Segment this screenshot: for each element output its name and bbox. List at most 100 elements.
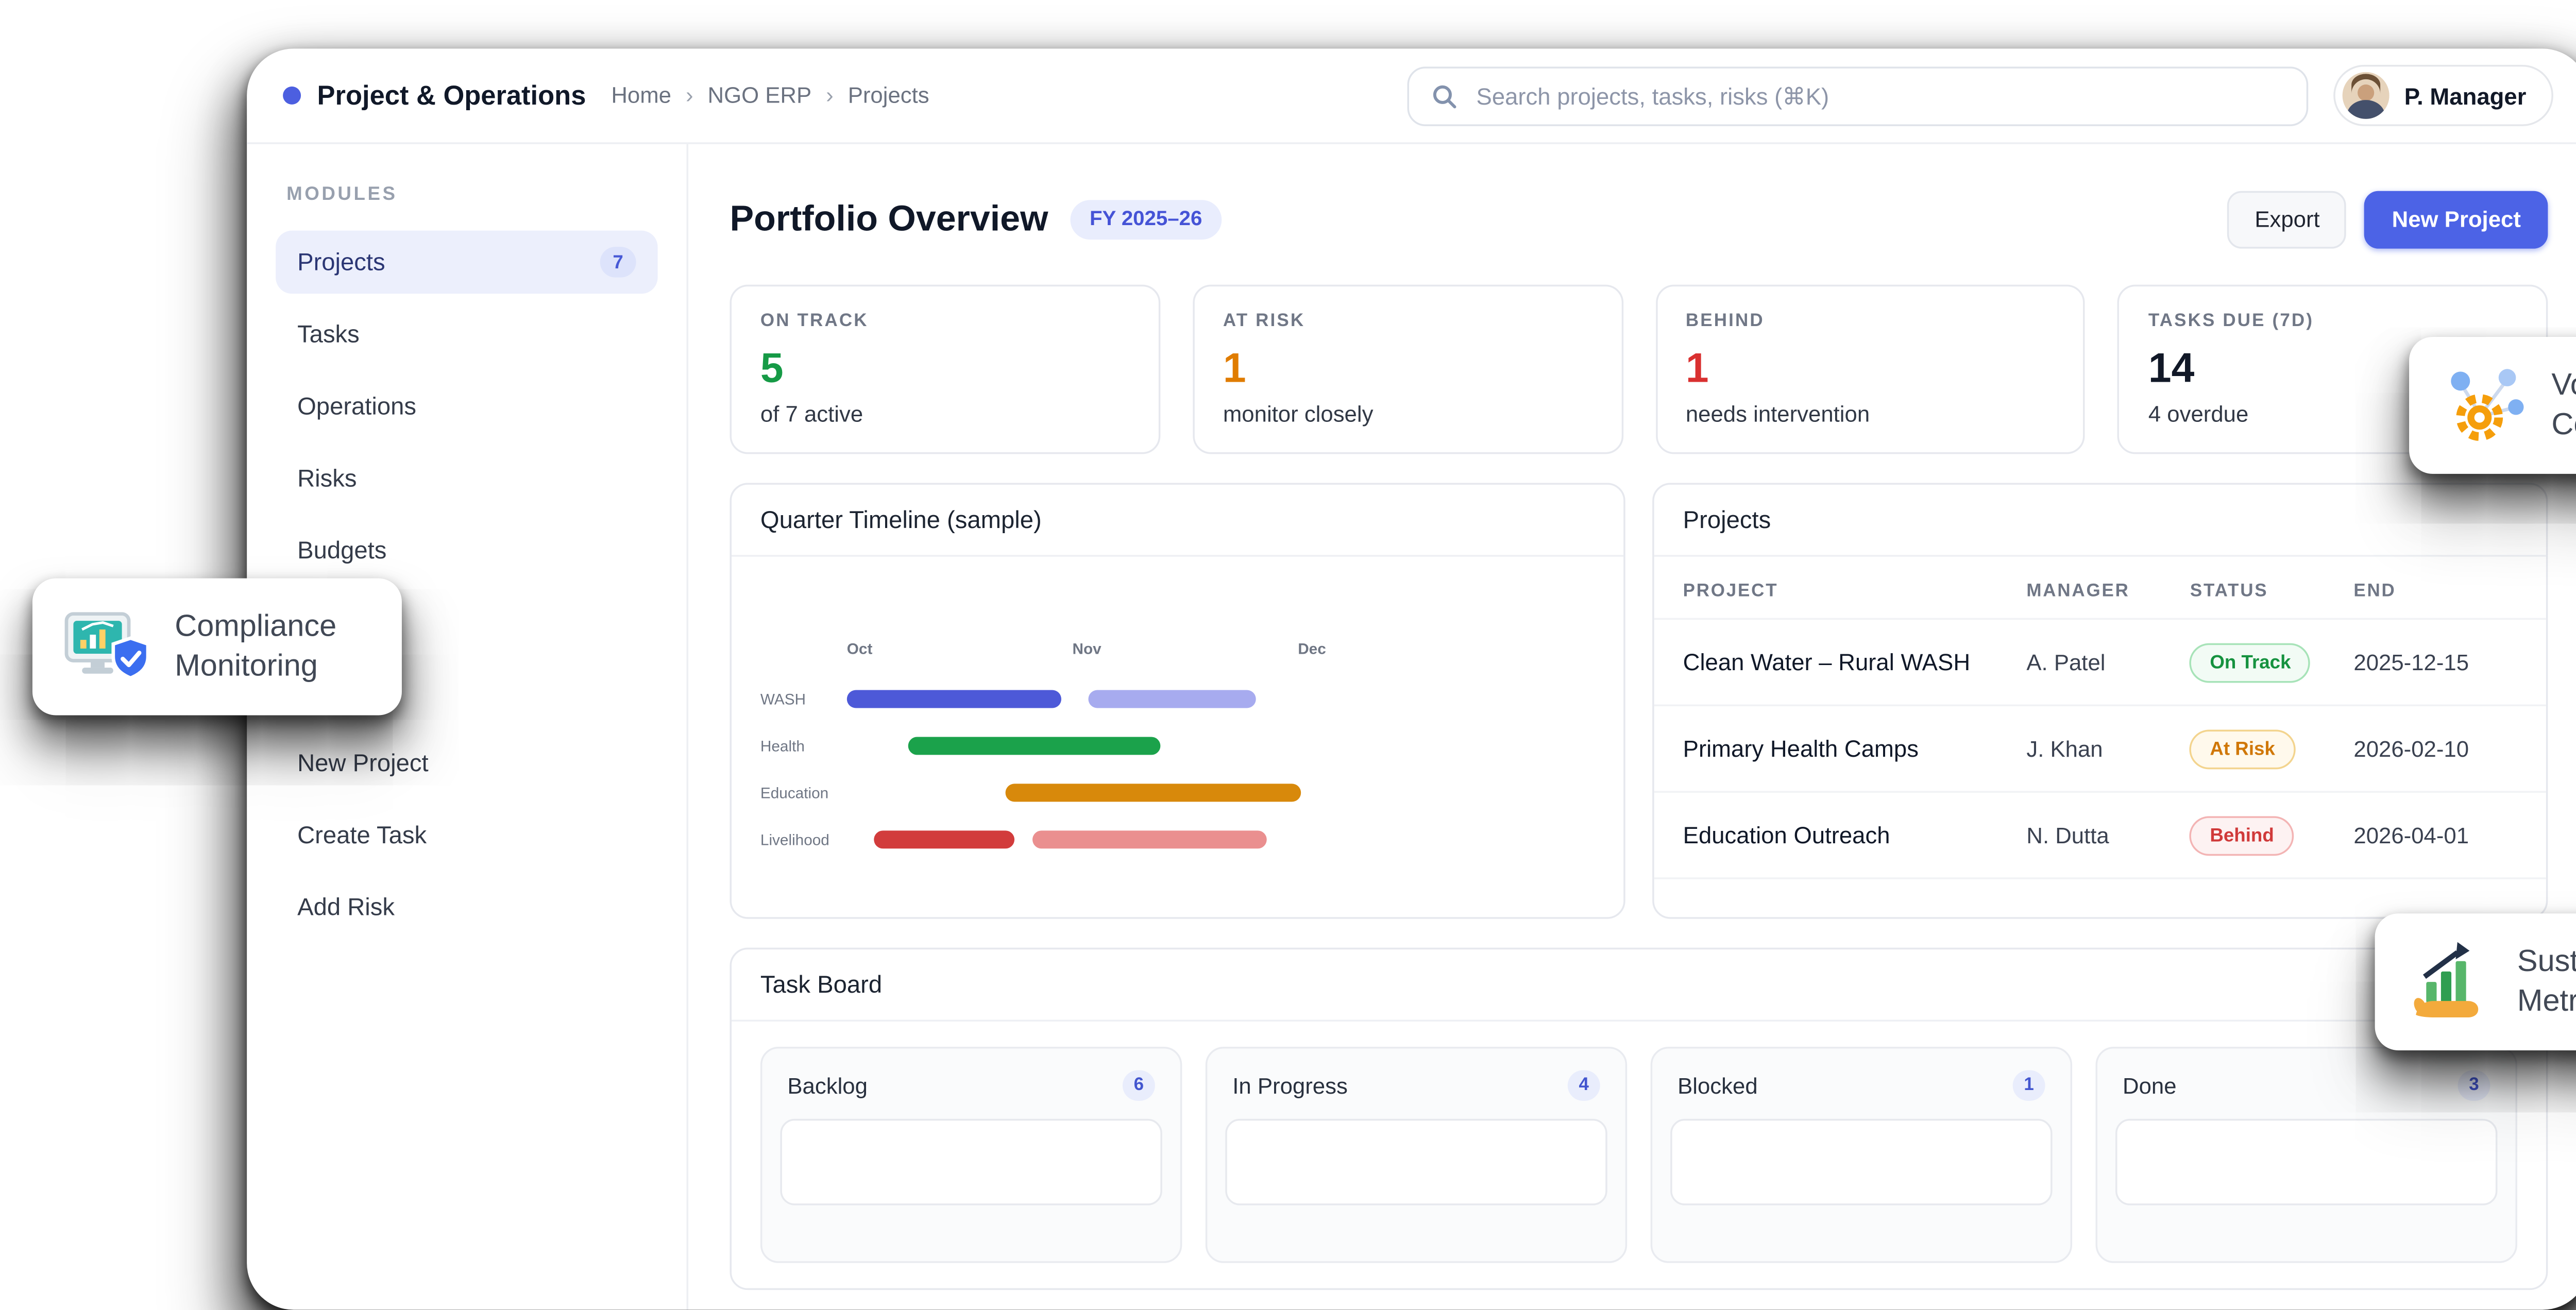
- sidebar-item-tasks[interactable]: Tasks: [276, 303, 657, 366]
- table-row[interactable]: Primary Health Camps J. Khan At Risk 202…: [1654, 706, 2546, 793]
- manager-cell: N. Dutta: [2026, 823, 2190, 848]
- app-window: Project & Operations Home › NGO ERP › Pr…: [247, 48, 2576, 1309]
- task-board-columns: Backlog 6 In Progress 4: [732, 1022, 2546, 1288]
- project-name-cell: Clean Water – Rural WASH: [1683, 649, 2027, 675]
- export-button[interactable]: Export: [2228, 191, 2347, 249]
- task-column-in-progress: In Progress 4: [1206, 1047, 1627, 1263]
- main-content: Portfolio Overview FY 2025–26 Export New…: [688, 144, 2576, 1310]
- fiscal-year-badge: FY 2025–26: [1070, 200, 1222, 240]
- project-name-cell: Primary Health Camps: [1683, 735, 2027, 762]
- kpi-subtext: monitor closely: [1223, 402, 1592, 427]
- task-count-badge: 3: [2458, 1070, 2490, 1100]
- table-row[interactable]: Clean Water – Rural WASH A. Patel On Tra…: [1654, 620, 2546, 706]
- header-actions: Export New Project: [2228, 191, 2548, 249]
- timeline-row: Health: [760, 722, 1591, 769]
- breadcrumb: Home › NGO ERP › Projects: [611, 83, 929, 108]
- kpi-value: 1: [1686, 344, 2055, 393]
- column-header-project: PROJECT: [1683, 582, 2027, 602]
- timeline-month-label: Nov: [1072, 640, 1101, 658]
- sidebar-action-create-task[interactable]: Create Task: [276, 804, 657, 866]
- task-column-done: Done 3: [2096, 1047, 2517, 1263]
- panel-title: Quarter Timeline (sample): [732, 485, 1623, 557]
- task-card[interactable]: [1225, 1119, 1607, 1205]
- timeline-row-label: Health: [760, 737, 847, 755]
- sidebar-item-risks[interactable]: Risks: [276, 447, 657, 509]
- breadcrumb-item-projects[interactable]: Projects: [848, 83, 929, 108]
- sustainability-metrics-card[interactable]: Sustainability Metrics: [2375, 913, 2576, 1050]
- column-header-end: END: [2353, 582, 2517, 602]
- kpi-value: 1: [1223, 344, 1592, 393]
- breadcrumb-separator: ›: [686, 83, 693, 108]
- task-column-title: Backlog: [787, 1073, 868, 1098]
- task-card[interactable]: [1670, 1119, 2052, 1205]
- timeline-bar: [874, 830, 1013, 848]
- sidebar: MODULES Projects 7 Tasks Operations Risk…: [247, 144, 688, 1310]
- task-column-header: Blocked 1: [1670, 1066, 2052, 1118]
- sustainability-metrics-icon: [2404, 937, 2494, 1027]
- search-icon: [1431, 82, 1458, 109]
- topbar: Project & Operations Home › NGO ERP › Pr…: [247, 48, 2576, 144]
- body-row: MODULES Projects 7 Tasks Operations Risk…: [247, 144, 2576, 1310]
- sidebar-item-projects[interactable]: Projects 7: [276, 231, 657, 294]
- timeline-month-label: Dec: [1298, 640, 1326, 658]
- compliance-monitoring-card[interactable]: Compliance Monitoring: [32, 579, 402, 716]
- sidebar-item-budgets[interactable]: Budgets: [276, 519, 657, 582]
- end-date-cell: 2026-04-01: [2353, 823, 2517, 848]
- timeline-plot: [847, 722, 1591, 769]
- search-box[interactable]: [1408, 66, 2309, 125]
- panel-title: Task Board: [732, 949, 2546, 1022]
- timeline-month-axis: OctNovDec: [847, 640, 1591, 661]
- timeline-bar: [1005, 784, 1300, 802]
- timeline-row: Livelihood: [760, 816, 1591, 863]
- kpi-label: ON TRACK: [760, 312, 1129, 331]
- avatar: [2343, 72, 2390, 119]
- timeline-row: Education: [760, 769, 1591, 816]
- kpi-card-at-risk: AT RISK 1 monitor closely: [1192, 285, 1622, 454]
- task-column-title: In Progress: [1232, 1073, 1348, 1098]
- sidebar-item-label: Operations: [297, 393, 416, 419]
- timeline-row-label: Education: [760, 784, 847, 802]
- app-title: Project & Operations: [317, 80, 586, 111]
- quarter-timeline-panel: Quarter Timeline (sample) OctNovDecWASHH…: [730, 483, 1625, 918]
- panels-row: Quarter Timeline (sample) OctNovDecWASHH…: [730, 483, 2548, 918]
- task-column-backlog: Backlog 6: [760, 1047, 1182, 1263]
- timeline-plot: [847, 816, 1591, 863]
- manager-cell: A. Patel: [2026, 650, 2190, 675]
- sidebar-item-label: Budgets: [297, 537, 386, 564]
- kpi-subtext: of 7 active: [760, 402, 1129, 427]
- task-card[interactable]: [2115, 1119, 2497, 1205]
- sidebar-item-label: Tasks: [297, 321, 360, 348]
- task-count-badge: 1: [2013, 1070, 2045, 1100]
- projects-table-header: PROJECT MANAGER STATUS END: [1654, 557, 2546, 620]
- breadcrumb-item-home[interactable]: Home: [611, 83, 671, 108]
- page-header: Portfolio Overview FY 2025–26 Export New…: [730, 191, 2548, 249]
- sidebar-action-new-project[interactable]: New Project: [276, 731, 657, 794]
- task-column-header: Backlog 6: [780, 1066, 1162, 1118]
- breadcrumb-item-ngo-erp[interactable]: NGO ERP: [708, 83, 812, 108]
- user-name: P. Manager: [2404, 82, 2527, 109]
- kpi-label: TASKS DUE (7D): [2148, 312, 2517, 331]
- kpi-label: BEHIND: [1686, 312, 2055, 331]
- table-row[interactable]: Education Outreach N. Dutta Behind 2026-…: [1654, 793, 2546, 879]
- compliance-monitoring-icon: [61, 602, 151, 692]
- sidebar-item-operations[interactable]: Operations: [276, 375, 657, 437]
- task-count-badge: 6: [1123, 1070, 1155, 1100]
- task-count-badge: 4: [1568, 1070, 1600, 1100]
- page-title: Portfolio Overview: [730, 199, 1048, 240]
- project-name-cell: Education Outreach: [1683, 822, 2027, 848]
- sidebar-item-label: Projects: [297, 249, 385, 276]
- projects-count-badge: 7: [600, 247, 636, 277]
- sidebar-action-add-risk[interactable]: Add Risk: [276, 876, 657, 939]
- column-header-status: STATUS: [2190, 582, 2354, 602]
- task-card[interactable]: [780, 1119, 1162, 1205]
- task-column-blocked: Blocked 1: [1651, 1047, 2072, 1263]
- search-input[interactable]: [1473, 80, 2285, 111]
- volunteer-coordination-card[interactable]: Volunteer Coordination: [2409, 337, 2576, 474]
- panel-title: Projects: [1654, 485, 2546, 557]
- timeline-bar: [847, 690, 1061, 708]
- new-project-button[interactable]: New Project: [2365, 191, 2548, 249]
- page: Project & Operations Home › NGO ERP › Pr…: [0, 0, 2576, 1227]
- timeline-row: WASH: [760, 676, 1591, 723]
- user-menu[interactable]: P. Manager: [2334, 65, 2553, 126]
- timeline-bar: [908, 737, 1160, 755]
